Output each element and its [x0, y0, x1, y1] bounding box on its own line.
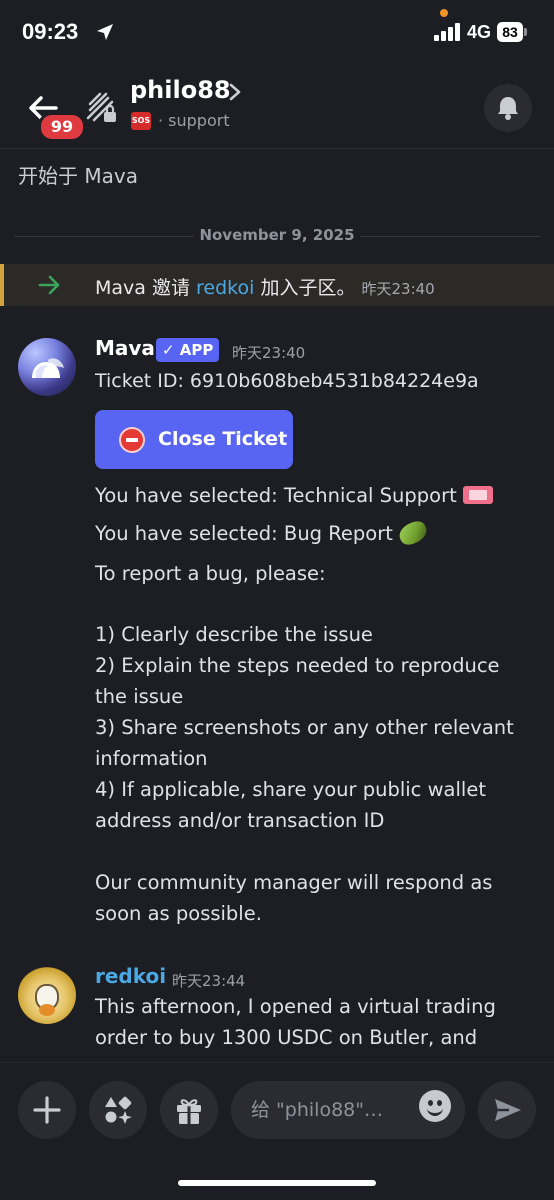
gift-button[interactable] [160, 1081, 218, 1139]
user-mention[interactable]: redkoi [196, 277, 254, 299]
unread-badge: 99 [38, 112, 86, 142]
battery-tip [524, 28, 527, 36]
message-line: Our community manager will respond as [95, 871, 493, 894]
thread-started-label: 开始于 Mava [18, 164, 138, 188]
channel-header: 99 philo88 SOS · support [0, 68, 554, 149]
close-ticket-label: Close Ticket [158, 428, 288, 450]
message-line: 3) Share screenshots or any other releva… [95, 716, 514, 739]
message-author[interactable]: Mava [95, 336, 155, 360]
system-message: Mava 邀请 redkoi 加入子区。 昨天23:40 [0, 264, 554, 306]
status-time: 09:23 [22, 19, 79, 44]
send-icon [495, 1099, 521, 1121]
message-line: soon as possible. [95, 902, 262, 925]
apps-button[interactable] [89, 1081, 147, 1139]
message-line: This afternoon, I opened a virtual tradi… [95, 995, 496, 1018]
avatar[interactable] [18, 966, 76, 1024]
bug-icon [395, 518, 430, 548]
app-tag: ✓ APP [156, 338, 220, 362]
join-arrow-icon [38, 275, 60, 295]
system-action: 加入子区。 [254, 277, 356, 299]
system-actor[interactable]: Mava [95, 277, 146, 299]
signal-icon [434, 23, 462, 41]
thread-icon [86, 92, 116, 122]
date-divider-text: November 9, 2025 [199, 226, 355, 244]
home-indicator [178, 1180, 376, 1186]
message-line: 4) If applicable, share your public wall… [95, 778, 486, 801]
message-line: 1) Clearly describe the issue [95, 623, 373, 646]
discord-thread-screen: 09:23 4G 83 99 philo88 SOS · support 开始于… [0, 0, 554, 1200]
status-bar: 09:23 4G 83 [0, 0, 554, 68]
apps-icon [105, 1096, 132, 1124]
message-line: information [95, 747, 208, 770]
notification-bell-button[interactable] [484, 84, 532, 132]
close-ticket-button[interactable]: Close Ticket [95, 410, 293, 469]
channel-subtitle: · support [158, 111, 230, 130]
chevron-right-icon[interactable] [226, 82, 244, 102]
message-line: To report a bug, please: [95, 562, 326, 585]
gift-icon [177, 1099, 201, 1124]
mava-logo-icon [32, 358, 64, 378]
privacy-indicator-dot [440, 9, 448, 17]
location-arrow-icon [97, 24, 113, 40]
channel-title[interactable]: philo88 [130, 76, 231, 104]
avatar[interactable] [18, 338, 76, 396]
stop-sign-icon [119, 427, 145, 453]
system-message-text: Mava 邀请 redkoi 加入子区。 昨天23:40 [95, 273, 435, 300]
message-line: You have selected: Bug Report [95, 518, 430, 548]
message-timestamp: 昨天23:44 [172, 972, 246, 990]
message-timestamp: 昨天23:40 [232, 344, 306, 362]
date-divider: November 9, 2025 [14, 226, 540, 246]
message-line: 2) Explain the steps needed to reproduce [95, 654, 500, 677]
add-attachment-button[interactable] [18, 1081, 76, 1139]
network-type: 4G [467, 22, 492, 42]
plus-icon [33, 1096, 61, 1124]
message-line: address and/or transaction ID [95, 809, 385, 832]
ticket-id: Ticket ID: 6910b608beb4531b84224e9a [95, 370, 479, 392]
bell-icon [498, 97, 518, 120]
send-button[interactable] [478, 1081, 536, 1139]
message-line: the issue [95, 685, 184, 708]
message-line: order to buy 1300 USDC on Butler, and [95, 1026, 478, 1049]
ticket-icon [462, 486, 493, 504]
message-author[interactable]: redkoi [95, 964, 166, 988]
ball-icon [39, 1004, 55, 1016]
system-verb: 邀请 [145, 277, 197, 299]
message-line: You have selected: Technical Support [95, 484, 493, 507]
sos-icon: SOS [131, 112, 151, 130]
system-timestamp: 昨天23:40 [361, 280, 435, 298]
battery-icon: 83 [497, 22, 523, 42]
